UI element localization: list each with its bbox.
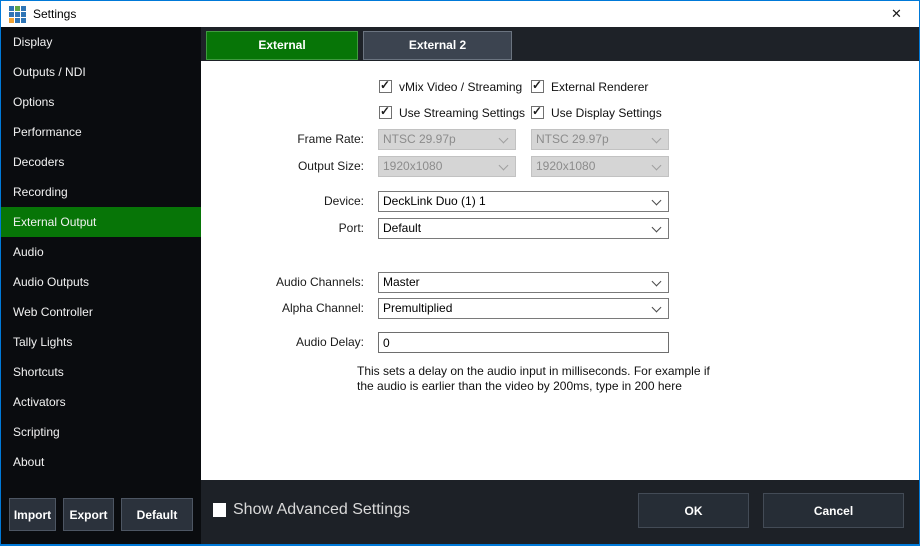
frame-rate-value-2: NTSC 29.97p	[536, 130, 609, 149]
titlebar: Settings ✕	[1, 1, 919, 27]
chevron-down-icon	[499, 161, 509, 171]
checkbox-use-streaming-settings[interactable]: ✓ Use Streaming Settings	[379, 105, 525, 120]
audio-delay-input[interactable]	[378, 332, 669, 353]
alpha-channel-value: Premultiplied	[383, 299, 452, 318]
port-label: Port:	[201, 218, 364, 239]
sidebar-item-web-controller[interactable]: Web Controller	[1, 297, 201, 327]
chevron-down-icon	[652, 303, 662, 313]
sidebar-item-audio[interactable]: Audio	[1, 237, 201, 267]
cancel-button[interactable]: Cancel	[763, 493, 904, 528]
port-dropdown[interactable]: Default	[378, 218, 669, 239]
audio-channels-dropdown[interactable]: Master	[378, 272, 669, 293]
main-panel: External External 2 ✓ vMix Video / Strea…	[201, 27, 919, 544]
check-icon: ✓	[380, 78, 390, 92]
audio-channels-value: Master	[383, 273, 420, 292]
tab-external[interactable]: External	[206, 31, 358, 60]
sidebar-button-row: Import Export Default	[9, 498, 193, 531]
sidebar-item-recording[interactable]: Recording	[1, 177, 201, 207]
frame-rate-dropdown-2[interactable]: NTSC 29.97p	[531, 129, 669, 150]
output-size-value-2: 1920x1080	[536, 157, 595, 176]
device-dropdown[interactable]: DeckLink Duo (1) 1	[378, 191, 669, 212]
sidebar-item-shortcuts[interactable]: Shortcuts	[1, 357, 201, 387]
tab-external-2[interactable]: External 2	[363, 31, 512, 60]
checkbox-label: vMix Video / Streaming	[399, 80, 522, 94]
external-output-form: ✓ vMix Video / Streaming ✓ External Rend…	[201, 61, 919, 480]
sidebar-item-display[interactable]: Display	[1, 27, 201, 57]
chevron-down-icon	[652, 277, 662, 287]
checkbox-label: Use Display Settings	[551, 106, 662, 120]
check-icon: ✓	[532, 78, 542, 92]
sidebar-item-about[interactable]: About	[1, 447, 201, 477]
checkbox-label: External Renderer	[551, 80, 648, 94]
device-label: Device:	[201, 191, 364, 212]
checkbox-vmix-video-streaming[interactable]: ✓ vMix Video / Streaming	[379, 79, 522, 94]
audio-channels-label: Audio Channels:	[201, 272, 364, 293]
device-value: DeckLink Duo (1) 1	[383, 192, 486, 211]
close-icon: ✕	[891, 6, 902, 22]
alpha-channel-label: Alpha Channel:	[201, 298, 364, 319]
sidebar-item-scripting[interactable]: Scripting	[1, 417, 201, 447]
sidebar: Display Outputs / NDI Options Performanc…	[1, 27, 201, 544]
checkbox-box: ✓	[531, 106, 544, 119]
tab-strip: External External 2	[201, 27, 919, 61]
close-button[interactable]: ✕	[874, 1, 919, 27]
alpha-channel-dropdown[interactable]: Premultiplied	[378, 298, 669, 319]
footer-bar: Show Advanced Settings OK Cancel	[201, 480, 919, 544]
checkbox-external-renderer[interactable]: ✓ External Renderer	[531, 79, 648, 94]
output-size-label: Output Size:	[201, 156, 364, 177]
check-icon: ✓	[380, 104, 390, 118]
chevron-down-icon	[652, 161, 662, 171]
checkbox-box: ✓	[379, 106, 392, 119]
audio-delay-help-text: This sets a delay on the audio input in …	[357, 364, 717, 394]
port-value: Default	[383, 219, 421, 238]
chevron-down-icon	[652, 134, 662, 144]
audio-delay-label: Audio Delay:	[201, 332, 364, 353]
sidebar-item-audio-outputs[interactable]: Audio Outputs	[1, 267, 201, 297]
chevron-down-icon	[652, 196, 662, 206]
import-button[interactable]: Import	[9, 498, 56, 531]
sidebar-item-outputs-ndi[interactable]: Outputs / NDI	[1, 57, 201, 87]
sidebar-item-performance[interactable]: Performance	[1, 117, 201, 147]
settings-window: Settings ✕ Display Outputs / NDI Options…	[0, 0, 920, 546]
window-title: Settings	[33, 7, 76, 21]
window-body: Display Outputs / NDI Options Performanc…	[1, 27, 919, 544]
checkbox-label: Show Advanced Settings	[233, 501, 410, 519]
checkbox-box: ✓	[379, 80, 392, 93]
sidebar-item-decoders[interactable]: Decoders	[1, 147, 201, 177]
output-size-dropdown-2[interactable]: 1920x1080	[531, 156, 669, 177]
sidebar-item-options[interactable]: Options	[1, 87, 201, 117]
checkbox-show-advanced-settings[interactable]: Show Advanced Settings	[213, 502, 410, 517]
sidebar-item-tally-lights[interactable]: Tally Lights	[1, 327, 201, 357]
frame-rate-value-1: NTSC 29.97p	[383, 130, 456, 149]
default-button[interactable]: Default	[121, 498, 193, 531]
frame-rate-label: Frame Rate:	[201, 129, 364, 150]
check-icon: ✓	[532, 104, 542, 118]
checkbox-box	[213, 503, 226, 517]
chevron-down-icon	[499, 134, 509, 144]
chevron-down-icon	[652, 223, 662, 233]
ok-button[interactable]: OK	[638, 493, 749, 528]
output-size-value-1: 1920x1080	[383, 157, 442, 176]
sidebar-item-external-output[interactable]: External Output	[1, 207, 201, 237]
export-button[interactable]: Export	[63, 498, 114, 531]
frame-rate-dropdown-1[interactable]: NTSC 29.97p	[378, 129, 516, 150]
sidebar-item-activators[interactable]: Activators	[1, 387, 201, 417]
vmix-logo-icon	[9, 6, 26, 23]
checkbox-label: Use Streaming Settings	[399, 106, 525, 120]
checkbox-box: ✓	[531, 80, 544, 93]
output-size-dropdown-1[interactable]: 1920x1080	[378, 156, 516, 177]
checkbox-use-display-settings[interactable]: ✓ Use Display Settings	[531, 105, 662, 120]
